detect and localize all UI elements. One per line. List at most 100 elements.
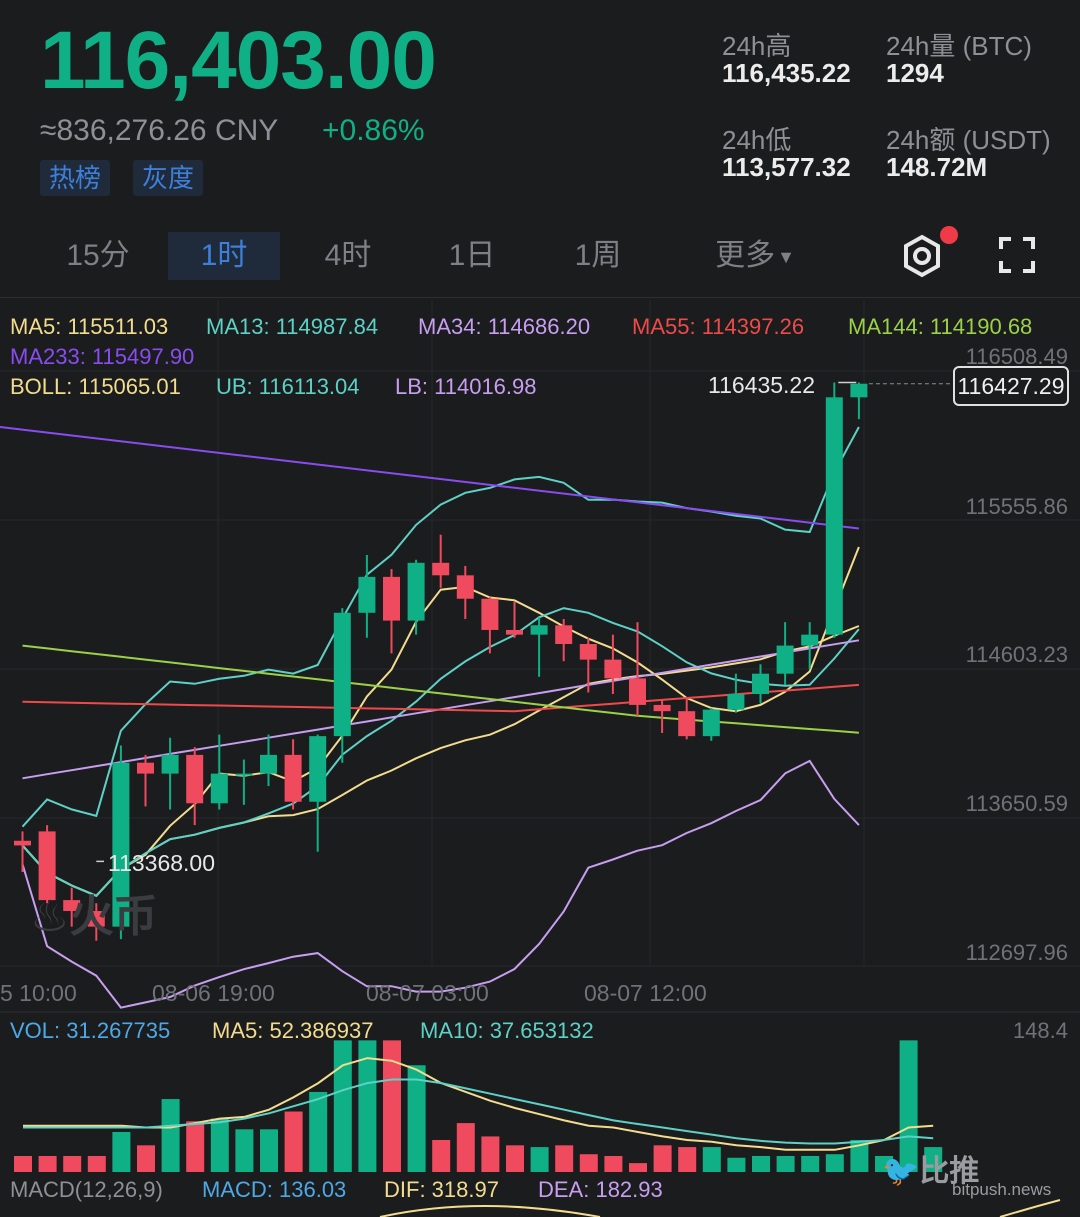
candle-body	[333, 612, 351, 737]
macd-dif-curve-right	[999, 1199, 1061, 1217]
volume-bar	[235, 1129, 254, 1172]
high-marker: 116435.22	[708, 372, 816, 398]
candle-body	[383, 576, 400, 621]
candle-body	[579, 644, 597, 660]
ind-dif: DIF: 318.97	[384, 1177, 499, 1202]
volume-bar	[112, 1131, 131, 1172]
candle-body	[604, 659, 622, 679]
volume-bar	[333, 1040, 352, 1172]
candle-body	[825, 397, 843, 635]
candle-body	[752, 673, 769, 694]
candle-body	[309, 736, 327, 802]
ind-ub: UB: 116113.04	[216, 374, 360, 399]
volume-bar	[653, 1145, 672, 1172]
volume-bar	[629, 1163, 647, 1172]
ma5-line	[21, 546, 860, 897]
ind-vol-ma10: MA10: 37.653132	[420, 1018, 594, 1043]
volume-bar	[456, 1123, 475, 1172]
x-tick-2: 08-06 19:00	[152, 980, 275, 1006]
ind-boll: BOLL: 115065.01	[10, 374, 181, 399]
y-tick-2: 115555.86	[965, 494, 1068, 519]
candle-body	[850, 383, 868, 398]
volume-bar	[727, 1157, 746, 1172]
exchange-watermark: ♨火币	[30, 892, 158, 941]
candle-body	[530, 625, 548, 635]
volume-bar	[309, 1091, 328, 1172]
ind-ma34: MA34: 114686.20	[418, 314, 591, 339]
candle-body	[137, 762, 154, 774]
ind-dea: DEA: 182.93	[538, 1177, 663, 1202]
macd-dif-curve	[379, 1205, 601, 1217]
candle-body	[555, 625, 573, 645]
ind-ma233: MA233: 115497.90	[10, 344, 195, 369]
candle-body	[210, 773, 228, 804]
vol-ma5-line	[23, 1057, 934, 1151]
volume-bar	[260, 1129, 278, 1172]
volume-bar	[530, 1147, 549, 1172]
x-tick-1: 5 10:00	[0, 980, 77, 1006]
ind-vol: VOL: 31.267735	[10, 1018, 171, 1043]
volume-bar	[678, 1147, 697, 1172]
volume-bar	[63, 1155, 82, 1172]
candle-body	[186, 754, 204, 804]
volume-bar	[752, 1155, 770, 1172]
volume-bar	[481, 1136, 500, 1172]
candle-body	[161, 754, 179, 774]
volume-bar	[604, 1155, 623, 1172]
candle-body	[653, 704, 671, 712]
volume-bar	[284, 1111, 303, 1172]
candle-body	[727, 693, 745, 710]
volume-bar	[506, 1145, 524, 1172]
candle-body	[678, 711, 696, 737]
volume-bar	[432, 1139, 451, 1172]
y-tick-5: 112697.96	[965, 940, 1068, 965]
volume-bar	[14, 1155, 32, 1172]
macd-label: MACD(12,26,9)	[10, 1177, 163, 1202]
candle-body	[358, 576, 376, 613]
candle-body	[432, 562, 450, 576]
current-price-tag: 116427.29	[953, 366, 1069, 406]
y-tick-4: 113650.59	[965, 791, 1068, 816]
candle-body	[14, 840, 31, 846]
volume-bar	[137, 1145, 155, 1172]
source-url: bitpush.news	[952, 1180, 1052, 1199]
candle-body	[284, 754, 302, 802]
ind-ma5: MA5: 115511.03	[10, 314, 169, 339]
volume-bar	[801, 1155, 820, 1172]
low-marker: 113368.00	[108, 850, 216, 876]
x-tick-3: 08-07 03:00	[366, 980, 489, 1006]
vol-max-label: 148.4	[1012, 1018, 1068, 1043]
candle-body	[235, 773, 253, 776]
volume-bar	[555, 1145, 574, 1172]
volume-bar	[161, 1099, 180, 1172]
ind-macd: MACD: 136.03	[202, 1177, 347, 1202]
ma144-line	[22, 644, 859, 734]
candle-body	[456, 575, 474, 599]
volume-bar	[825, 1154, 844, 1172]
volume-bar	[702, 1147, 721, 1172]
candle-body	[702, 709, 720, 737]
ind-vol-ma5: MA5: 52.386937	[212, 1018, 374, 1043]
candle-body	[629, 678, 646, 705]
volume-bar	[87, 1155, 106, 1172]
candle-body	[407, 562, 425, 621]
volume-bar	[776, 1155, 795, 1172]
candle-body	[481, 598, 499, 630]
flame-icon: ♨	[30, 892, 70, 941]
volume-bar	[186, 1121, 205, 1172]
y-tick-3: 114603.23	[965, 642, 1068, 667]
x-tick-4: 08-07 12:00	[584, 980, 707, 1006]
candle-body	[260, 754, 277, 774]
ind-ma13: MA13: 114987.84	[206, 314, 379, 339]
ind-lb: LB: 114016.98	[395, 374, 537, 399]
volume-bar	[38, 1155, 57, 1172]
candle-body	[776, 645, 794, 674]
ind-ma144: MA144: 114190.68	[848, 314, 1033, 339]
candle-body	[506, 629, 523, 635]
volume-bar	[579, 1154, 598, 1172]
bird-logo-icon: 🐦	[882, 1155, 920, 1188]
ind-ma55: MA55: 114397.26	[632, 314, 805, 339]
vol-ma10-line	[23, 1078, 934, 1145]
volume-bar	[210, 1118, 229, 1172]
candle-body	[801, 634, 819, 646]
